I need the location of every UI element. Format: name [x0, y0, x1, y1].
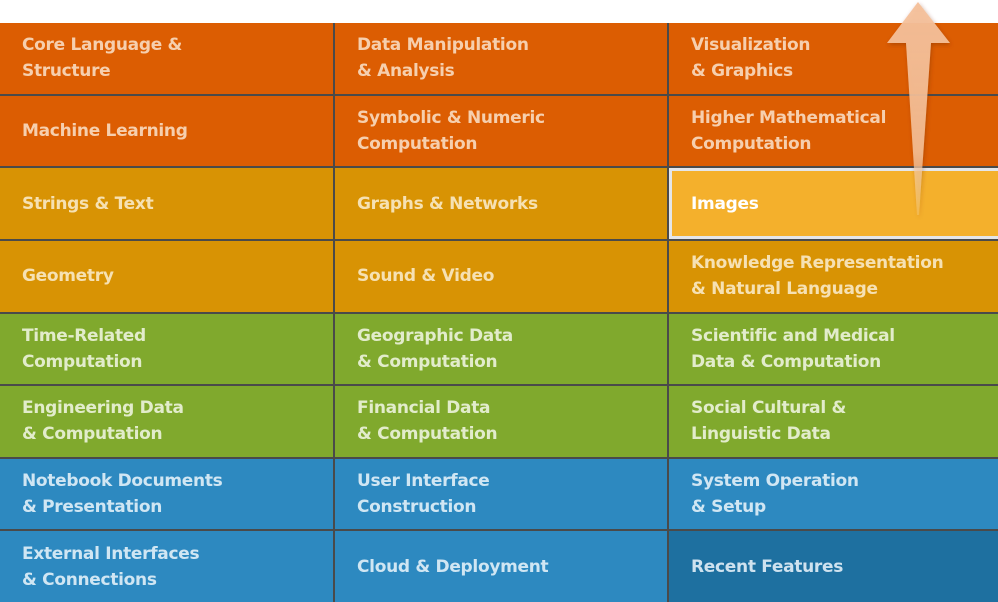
category-label: Machine Learning: [22, 120, 188, 141]
category-tile-core-language-and-structure[interactable]: Core Language & Structure: [0, 23, 333, 94]
category-tile-strings-and-text[interactable]: Strings & Text: [0, 168, 333, 239]
category-tile-social-cultural-and-linguistic-data[interactable]: Social Cultural & Linguistic Data: [669, 386, 998, 457]
category-tile-recent-features[interactable]: Recent Features: [669, 531, 998, 602]
category-label: Higher Mathematical Computation: [691, 107, 887, 154]
category-label: Financial Data & Computation: [357, 398, 498, 445]
category-tile-user-interface-construction[interactable]: User Interface Construction: [335, 458, 667, 530]
category-label: Strings & Text: [22, 193, 154, 214]
category-tile-geometry[interactable]: Geometry: [0, 240, 333, 312]
category-tile-geographic-data-and-computation[interactable]: Geographic Data & Computation: [335, 313, 667, 385]
category-tile-machine-learning[interactable]: Machine Learning: [0, 95, 333, 167]
category-tile-scientific-and-medical-data-and-computation[interactable]: Scientific and Medical Data & Computatio…: [669, 313, 998, 385]
category-label: Notebook Documents & Presentation: [22, 471, 223, 518]
category-label: User Interface Construction: [357, 471, 490, 518]
category-tile-engineering-data-and-computation[interactable]: Engineering Data & Computation: [0, 386, 333, 457]
category-label: Images: [691, 193, 759, 214]
category-tile-sound-and-video[interactable]: Sound & Video: [335, 240, 667, 312]
category-label: Symbolic & Numeric Computation: [357, 107, 545, 154]
category-label: Geographic Data & Computation: [357, 325, 513, 372]
category-tile-data-manipulation-and-analysis[interactable]: Data Manipulation & Analysis: [335, 23, 667, 94]
category-label: Cloud & Deployment: [357, 556, 549, 577]
category-label: System Operation & Setup: [691, 471, 859, 518]
category-tile-symbolic-and-numeric-computation[interactable]: Symbolic & Numeric Computation: [335, 95, 667, 167]
category-tile-time-related-computation[interactable]: Time-Related Computation: [0, 313, 333, 385]
category-label: Sound & Video: [357, 266, 495, 287]
category-label: Social Cultural & Linguistic Data: [691, 398, 847, 445]
category-tile-notebook-documents-and-presentation[interactable]: Notebook Documents & Presentation: [0, 458, 333, 530]
category-tile-visualization-and-graphics[interactable]: Visualization & Graphics: [669, 23, 998, 94]
feature-category-grid: Core Language & Structure Data Manipulati…: [0, 23, 998, 602]
category-tile-knowledge-representation-and-natural-language[interactable]: Knowledge Representation & Natural Langu…: [669, 240, 998, 312]
category-label: Graphs & Networks: [357, 193, 538, 214]
category-label: External Interfaces & Connections: [22, 543, 200, 590]
category-label: Knowledge Representation & Natural Langu…: [691, 253, 944, 300]
category-tile-cloud-and-deployment[interactable]: Cloud & Deployment: [335, 531, 667, 602]
category-tile-graphs-and-networks[interactable]: Graphs & Networks: [335, 168, 667, 239]
category-label: Recent Features: [691, 556, 844, 577]
category-label: Geometry: [22, 266, 114, 287]
category-label: Time-Related Computation: [22, 325, 146, 372]
category-tile-higher-mathematical-computation[interactable]: Higher Mathematical Computation: [669, 95, 998, 167]
category-label: Core Language & Structure: [22, 35, 183, 82]
category-label: Engineering Data & Computation: [22, 398, 184, 445]
category-tile-images[interactable]: Images: [669, 168, 998, 239]
category-tile-system-operation-and-setup[interactable]: System Operation & Setup: [669, 458, 998, 530]
category-tile-external-interfaces-and-connections[interactable]: External Interfaces & Connections: [0, 531, 333, 602]
category-tile-financial-data-and-computation[interactable]: Financial Data & Computation: [335, 386, 667, 457]
category-label: Scientific and Medical Data & Computatio…: [691, 325, 895, 372]
category-label: Visualization & Graphics: [691, 35, 811, 82]
category-label: Data Manipulation & Analysis: [357, 35, 529, 82]
